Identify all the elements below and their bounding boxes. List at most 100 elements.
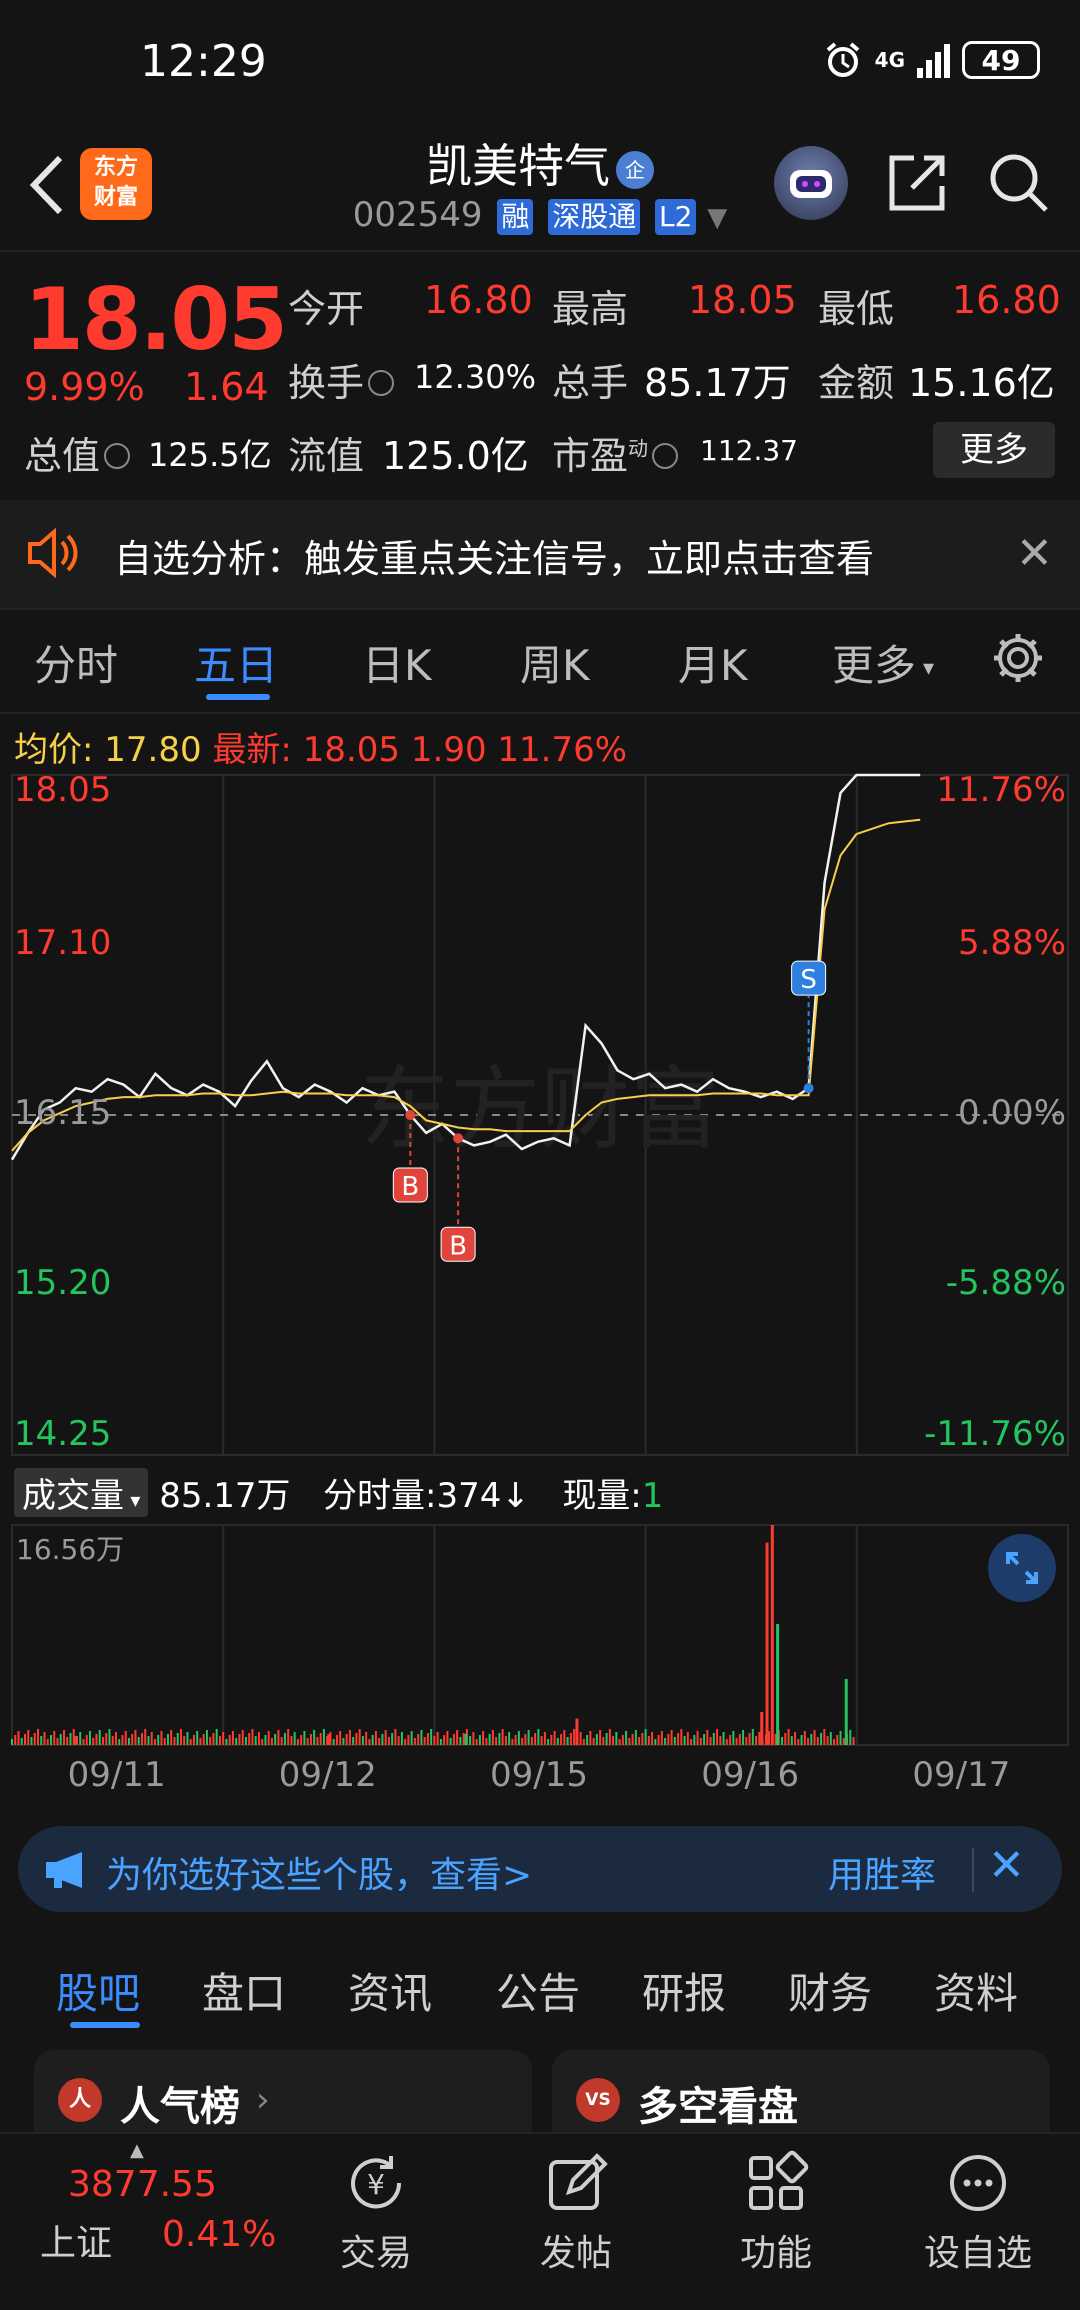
megaphone-icon [46,1852,82,1888]
amount-label: 金额 [818,361,895,405]
alert-close-icon[interactable]: ✕ [1016,528,1053,579]
more-dots-icon [950,2155,1006,2211]
latest-value: 18.05 [302,730,401,770]
index-value[interactable]: 3877.55 [68,2164,217,2205]
banner-close-icon[interactable]: ✕ [988,1840,1025,1891]
latest-label: 最新: [212,730,292,770]
volume-label: 总手 [552,361,629,405]
volume-info-line: 成交量 ▾ 85.17万 分时量:374↓ 现量:1 [14,1468,663,1517]
y-label-price: 16.15 [14,1093,112,1133]
x-label-date: 09/12 [278,1755,377,1795]
change-amount: 1.64 [184,365,269,409]
share-icon[interactable] [884,150,950,216]
stock-code: 002549 [352,195,483,235]
nav-functions[interactable]: 功能 [696,2140,856,2276]
subtab-finance[interactable]: 财务 [788,1960,872,2021]
avg-value: 17.80 [104,730,202,770]
stock-name: 凯美特气 [426,139,610,193]
subtab-news[interactable]: 资讯 [348,1960,432,2021]
mktcap-value: 125.5亿 [148,436,272,474]
index-pct[interactable]: 0.41% [162,2214,276,2255]
y-label-percent: -5.88% [945,1263,1066,1303]
y-label-percent: 11.76% [936,770,1066,810]
assistant-robot-icon[interactable] [774,146,848,220]
x-label-date: 09/11 [67,1755,166,1795]
nav-trade[interactable]: ¥ 交易 [296,2140,456,2276]
subtab-profile[interactable]: 资料 [934,1960,1018,2021]
y-label-percent: 0.00% [957,1093,1066,1133]
battery-level: 49 [981,43,1021,77]
price-chart[interactable]: 东方财富 BBS [0,770,1080,1460]
tab-more[interactable]: 更多 ▾ [832,632,934,693]
amount-value: 15.16亿 [908,361,1055,405]
card-popularity-title: 人气榜 [120,2084,240,2130]
battery-icon: 49 [962,41,1040,79]
tick-volume-value: 374 [436,1476,502,1516]
caret-down-icon: ▼ [707,203,728,233]
nav-watchlist[interactable]: 设自选 [898,2140,1058,2276]
low-value: 16.80 [952,278,1061,322]
now-volume-label: 现量: [562,1476,642,1516]
volume-value: 85.17万 [644,361,791,405]
enterprise-badge: 企 [616,150,654,189]
nav-functions-label: 功能 [739,2233,812,2274]
subtab-orderbook[interactable]: 盘口 [202,1960,286,2021]
more-button[interactable]: 更多 [933,422,1055,478]
y-label-price: 17.10 [14,923,112,963]
tab-five-day[interactable]: 五日 [194,632,278,693]
vs-icon: VS [576,2078,620,2122]
subtab-forum[interactable]: 股吧 [56,1960,140,2021]
alert-divider [0,608,1080,610]
subtab-announcements[interactable]: 公告 [496,1960,580,2021]
tab-monthly-k[interactable]: 月K [678,632,748,693]
y-label-price: 14.25 [14,1414,112,1454]
signal-label: B [449,1231,467,1261]
caret-down-icon: ▾ [124,1488,141,1512]
latest-pct: 11.76% [497,730,628,770]
tab-weekly-k[interactable]: 周K [520,632,590,693]
status-time: 12:29 [140,36,267,87]
y-label-percent: 5.88% [957,923,1066,963]
current-price: 18.05 [24,270,288,370]
gear-icon[interactable] [990,630,1046,686]
nav-watchlist-label: 设自选 [923,2233,1032,2274]
signal-label: S [800,965,817,995]
subtab-research[interactable]: 研报 [642,1960,726,2021]
float-label: 流值 [288,434,365,478]
float-value: 125.0亿 [382,434,529,478]
nav-trade-label: 交易 [339,2233,412,2274]
turnover-value: 12.30% [414,358,537,396]
turnover-label: 换手 [288,352,398,407]
nav-post-label: 发帖 [539,2233,612,2274]
latest-change: 1.90 [410,730,487,770]
index-name[interactable]: 上证 [40,2214,112,2266]
alert-text[interactable]: 自选分析：触发重点关注信号，立即点击查看 [114,528,874,583]
mktcap-label: 总值 [24,425,134,480]
nav-post[interactable]: 发帖 [496,2140,656,2276]
down-arrow-icon: ↓ [501,1476,530,1516]
volume-chart[interactable] [0,1520,1080,1750]
pe-sup: 动 [628,436,649,461]
tick-volume-label: 分时量: [323,1476,437,1516]
banner-win-rate[interactable]: 用胜率 [828,1846,936,1898]
high-label: 最高 [552,287,629,331]
avg-label: 均价: [14,730,94,770]
signal-dot [453,1133,464,1144]
banner-text[interactable]: 为你选好这些个股，查看> [106,1846,532,1898]
tab-intraday[interactable]: 分时 [34,632,118,693]
open-value: 16.80 [424,278,533,322]
volume-selector[interactable]: 成交量 ▾ [14,1468,149,1517]
tag-connect: 深股通 [548,199,641,235]
chevron-right-icon: › [256,2080,270,2120]
yen-cycle-icon: ¥ [351,2156,402,2209]
expand-icon[interactable] [988,1534,1056,1602]
tab-daily-k[interactable]: 日K [362,632,432,693]
signal-dot [405,1110,416,1120]
grid-icon [749,2150,809,2210]
search-icon[interactable] [986,150,1052,216]
now-volume-value: 1 [641,1476,664,1516]
card-long-short-title: 多空看盘 [638,2084,798,2130]
caret-up-icon: ▲ [130,2140,144,2161]
volume-total: 85.17万 [159,1476,291,1516]
x-label-date: 09/15 [490,1755,588,1795]
